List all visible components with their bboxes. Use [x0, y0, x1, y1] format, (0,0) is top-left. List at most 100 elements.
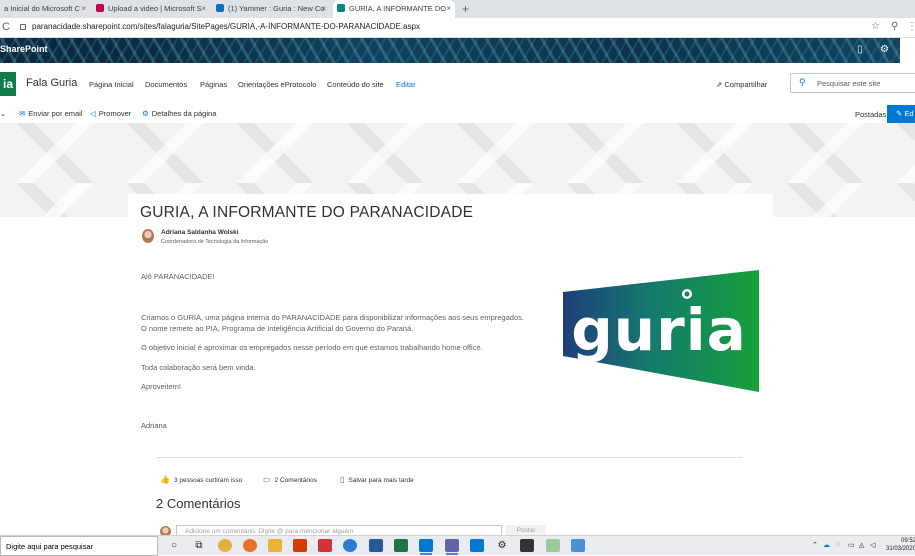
comment-icon: ▭: [263, 475, 271, 484]
photos-icon[interactable]: [520, 539, 534, 552]
outlook-icon[interactable]: [419, 539, 433, 555]
bookmark-icon: ▯: [340, 475, 345, 484]
teams-icon[interactable]: [445, 539, 459, 555]
author-role: Coordenadora de Tecnologia da Informação: [161, 239, 269, 245]
settings-gear-icon[interactable]: ⚙: [880, 44, 889, 55]
author-avatar[interactable]: [142, 229, 154, 243]
nav-eprotocolo[interactable]: Orientações eProtocolo: [238, 80, 316, 89]
help-icon[interactable]: [900, 38, 915, 63]
page-details-label: Detalhes da página: [151, 109, 217, 118]
app-icon-2[interactable]: [470, 539, 484, 552]
chrome-icon[interactable]: [218, 539, 232, 552]
address-bar: C paranacidade.sharepoint.com/sites/fala…: [0, 18, 915, 38]
excel-icon[interactable]: [394, 539, 408, 552]
search-placeholder: Pesquisar este site: [817, 79, 881, 88]
onedrive-icon[interactable]: ☁: [823, 541, 830, 549]
battery-icon[interactable]: ▭: [848, 541, 855, 549]
nav-home[interactable]: Página Inicial: [89, 80, 134, 89]
app-icon[interactable]: [343, 539, 357, 552]
save-label: Salvar para mais tarde: [348, 477, 414, 484]
word-icon[interactable]: [369, 539, 383, 552]
browser-tab-2[interactable]: Upload a video | Microsoft S ×: [92, 0, 210, 18]
share-button[interactable]: ⇗ Compartilhar: [716, 80, 767, 89]
guria-wordmark: guria: [571, 296, 746, 364]
guria-logo-image: guria: [563, 270, 759, 392]
edit-button[interactable]: ✎ Ed: [887, 105, 915, 123]
bookmark-star-icon[interactable]: ☆: [871, 21, 880, 32]
close-icon[interactable]: ×: [81, 0, 86, 18]
office-icon[interactable]: [293, 539, 307, 552]
task-view-icon[interactable]: ⧉: [192, 539, 206, 552]
comments-heading: 2 Comentários: [156, 496, 241, 511]
url-field[interactable]: paranacidade.sharepoint.com/sites/falagu…: [32, 22, 420, 31]
reload-icon[interactable]: C: [2, 21, 10, 33]
paragraph-greeting: Alô PARANACIDADE!: [141, 272, 215, 281]
volume-icon[interactable]: ◁: [870, 541, 875, 549]
file-explorer-icon[interactable]: [268, 539, 282, 552]
browser-menu-icon[interactable]: ⋮: [907, 21, 915, 32]
app-icon-3[interactable]: [571, 539, 585, 552]
system-clock[interactable]: 09:52 31/03/2020: [886, 537, 915, 553]
yammer-icon: [216, 4, 224, 12]
search-icon: ⚲: [799, 77, 806, 87]
site-logo[interactable]: ia: [0, 72, 16, 96]
mail-icon: ✉: [19, 109, 26, 118]
tab-title: a Inicial do Microsoft C: [4, 4, 80, 13]
sharepoint-brand[interactable]: SharePoint: [0, 44, 48, 54]
cortana-icon[interactable]: ○: [167, 539, 181, 552]
megaphone-icon: ◁: [90, 109, 96, 118]
pdf-icon[interactable]: [318, 539, 332, 552]
command-bar: ⌄ ✉ Enviar por email ◁ Promover ⚙ Detalhes …: [0, 105, 915, 123]
divider: [156, 457, 742, 458]
notification-icon[interactable]: ▯: [857, 44, 863, 55]
send-email-button[interactable]: ✉ Enviar por email: [19, 109, 83, 118]
send-email-label: Enviar por email: [28, 109, 83, 118]
settings-gear-icon-taskbar[interactable]: ⚙: [495, 539, 509, 552]
chevron-up-icon[interactable]: ⌃: [812, 541, 818, 549]
site-header: ia Fala Guria Página Inicial Documentos …: [0, 63, 915, 105]
posted-status: Postadas: [855, 110, 887, 119]
promote-button[interactable]: ◁ Promover: [90, 109, 131, 118]
save-for-later-button[interactable]: ▯ Salvar para mais tarde: [340, 475, 414, 484]
share-label: Compartilhar: [724, 80, 768, 89]
chevron-down-icon[interactable]: ⌄: [0, 109, 6, 118]
page-details-button[interactable]: ⚙ Detalhes da página: [142, 109, 216, 118]
browser-tab-active[interactable]: GURIA, A INFORMANTE DO ×: [333, 0, 455, 18]
paragraph-goal: O objetivo inicial é aproximar os empreg…: [141, 343, 483, 352]
nav-pages[interactable]: Páginas: [200, 80, 227, 89]
stream-icon: [96, 4, 104, 12]
close-icon[interactable]: ×: [201, 0, 206, 18]
author-name[interactable]: Adriana Saldanha Wolski: [161, 229, 239, 236]
tab-title: (1) Yammer : Guria : New Co: [228, 4, 325, 13]
nav-edit-link[interactable]: Editar: [396, 80, 416, 89]
tray-icon[interactable]: ◌: [836, 541, 840, 548]
browser-tab-strip: a Inicial do Microsoft C × Upload a vide…: [0, 0, 915, 18]
firefox-icon[interactable]: [243, 539, 257, 552]
taskbar-search-box[interactable]: Digite aqui para pesquisar: [0, 536, 158, 556]
paint-icon[interactable]: [546, 539, 560, 552]
paragraph-enjoy: Aproveitem!: [141, 382, 182, 391]
paragraph-intro: Criamos o GURIA, uma página interna do P…: [141, 313, 524, 333]
tab-title: GURIA, A INFORMANTE DO: [349, 4, 447, 13]
browser-tab-3[interactable]: (1) Yammer : Guria : New Co ×: [212, 0, 330, 18]
thumbs-up-icon: 👍: [160, 475, 170, 484]
sharepoint-icon: [337, 4, 345, 12]
site-search-input[interactable]: ⚲ Pesquisar este site: [790, 73, 915, 93]
paragraph-collab: Toda colaboração será bem vinda.: [141, 363, 256, 372]
like-button[interactable]: 👍 3 pessoas curtiram isso: [160, 475, 242, 484]
close-icon[interactable]: ×: [446, 0, 451, 18]
network-icon[interactable]: ◬: [859, 541, 864, 549]
comments-link[interactable]: ▭ 2 Comentários: [263, 475, 317, 484]
gear-icon: ⚙: [142, 109, 149, 118]
nav-site-contents[interactable]: Conteúdo do site: [327, 80, 384, 89]
extension-icon[interactable]: ⚲: [891, 21, 898, 32]
windows-taskbar: Digite aqui para pesquisar ○ ⧉ ⚙ ⌃ ☁ ◌ ▭…: [0, 535, 915, 556]
nav-documents[interactable]: Documentos: [145, 80, 187, 89]
promote-label: Promover: [98, 109, 132, 118]
site-name[interactable]: Fala Guria: [26, 77, 77, 89]
new-tab-button[interactable]: +: [462, 0, 469, 18]
clock-time: 09:52: [901, 538, 915, 544]
close-icon[interactable]: ×: [321, 0, 326, 18]
browser-tab-1[interactable]: a Inicial do Microsoft C ×: [0, 0, 90, 18]
tab-title: Upload a video | Microsoft S: [108, 4, 202, 13]
